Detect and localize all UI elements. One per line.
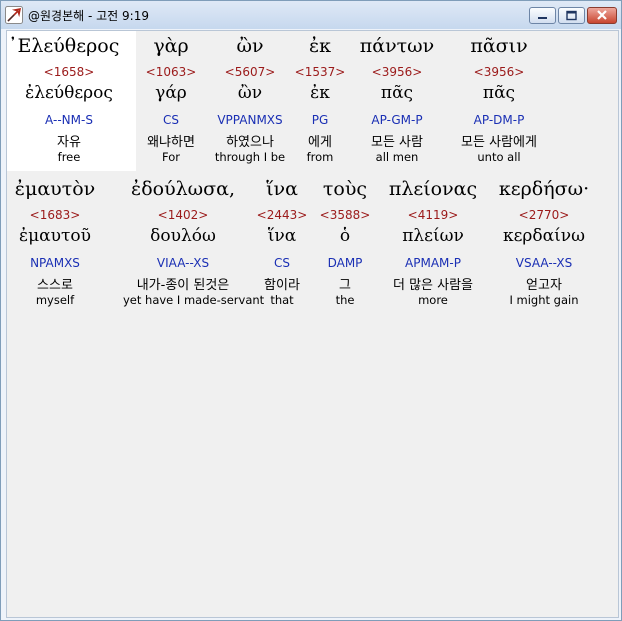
greek-word: πλείονας [388,178,478,200]
english-gloss: I might gain [509,293,579,307]
lemma: κερδαίνω [502,226,585,246]
parse-code[interactable]: AP-DM-P [439,113,559,127]
strong-number[interactable]: <2770> [484,208,604,222]
greek-word: πᾶσιν [470,35,528,57]
title-bar[interactable]: @원경본해 - 고전 9:19 [1,1,621,29]
lemma: πλείων [402,226,464,246]
lemma: ἐμαυτοῦ [19,226,91,246]
greek-word: κερδήσω· [498,178,590,200]
maximize-icon [566,10,577,21]
strong-number[interactable]: <4119> [373,208,493,222]
korean-gloss: 더 많은 사람을 [392,278,474,293]
parse-code[interactable]: VSAA--XS [484,256,604,270]
korean-gloss: 얻고자 [526,278,562,293]
cursor-arrow-icon [5,6,23,24]
english-gloss: more [418,293,448,307]
parse-code[interactable]: APMAM-P [373,256,493,270]
close-button[interactable] [587,7,617,24]
window-title: @원경본해 - 고전 9:19 [28,9,149,23]
english-gloss: unto all [477,150,521,164]
english-gloss: myself [35,293,75,307]
lemma: πᾶς [482,83,516,103]
korean-gloss: 모든 사람에게 [461,135,537,150]
interlinear-pane[interactable]: ᾿Ελεύθερος <1658> ἐλεύθερος A--NM-S 자유 f… [6,30,619,618]
minimize-button[interactable] [529,7,556,24]
korean-gloss: 스스로 [37,278,73,293]
parse-code[interactable]: NPAMXS [7,256,115,270]
strong-number[interactable]: <1683> [7,208,115,222]
maximize-button[interactable] [558,7,585,24]
minimize-icon [538,17,547,19]
app-window: @원경본해 - 고전 9:19 ᾿Ελεύθερος <1658> ἐλεύθε… [0,0,622,621]
close-icon [597,10,607,20]
strong-number[interactable]: <3956> [439,65,559,79]
greek-word: ἐμαυτὸν [14,178,96,200]
